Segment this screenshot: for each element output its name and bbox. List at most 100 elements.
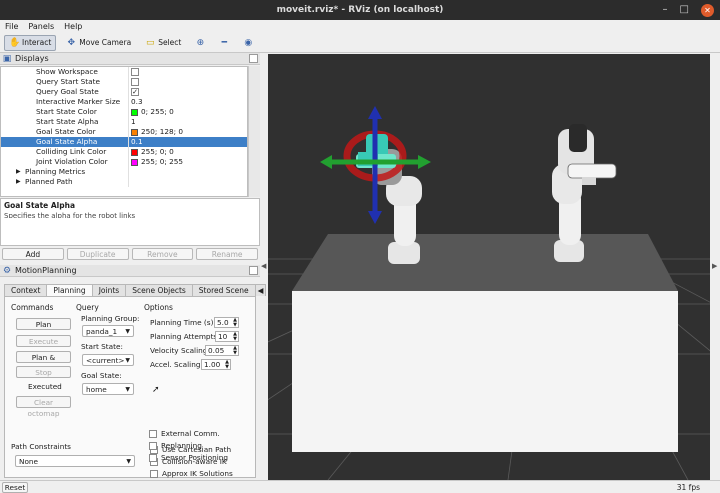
focus-camera-tool[interactable]: ⊕ [191, 35, 209, 51]
left-dock: ▣ Displays Show Workspace Query Start Sta… [0, 53, 267, 493]
add-button[interactable]: Add [2, 248, 64, 260]
plan-execute-button[interactable]: Plan & Execute [16, 351, 71, 373]
property-value: 255; 0; 255 [129, 157, 247, 167]
property-value: 255; 0; 0 [129, 147, 247, 157]
property-value: ✓ [129, 87, 247, 97]
displays-dock-title: ▣ Displays [0, 53, 260, 65]
property-row[interactable]: Joint Violation Color 255; 0; 255 [1, 157, 247, 167]
color-swatch [131, 158, 138, 166]
planning-group-label: Planning Group: [81, 314, 140, 323]
property-value [129, 167, 247, 177]
path-constraints-select[interactable]: None ▼ [15, 455, 135, 467]
interact-tool[interactable]: ✋ Interact [4, 34, 57, 51]
checkbox-label: Approx IK Solutions [162, 469, 233, 478]
select-icon: ▭ [145, 37, 155, 48]
velocity-scaling-label: Velocity Scaling: [150, 346, 210, 355]
menu-panels[interactable]: Panels [28, 20, 54, 33]
interact-label: Interact [22, 38, 52, 47]
tab-joints[interactable]: Joints [91, 284, 127, 296]
property-value: 250; 128; 0 [129, 127, 247, 137]
execute-button[interactable]: Execute [16, 335, 71, 347]
tab-scroll-left-icon[interactable]: ◀ [254, 284, 267, 296]
property-name: Query Start State [1, 77, 129, 87]
checkbox-checked-icon[interactable]: ✓ [131, 88, 139, 96]
menu-file[interactable]: File [5, 20, 18, 33]
goal-state-select[interactable]: home ▼ [82, 383, 134, 395]
approx-ik-checkbox[interactable]: Approx IK Solutions [150, 469, 233, 478]
checkbox-empty-icon[interactable] [131, 68, 139, 76]
planning-group-select[interactable]: panda_1 ▼ [82, 325, 134, 337]
tab-context[interactable]: Context [4, 284, 48, 296]
checkbox-box [150, 469, 158, 478]
monitor-icon: ▣ [2, 53, 12, 64]
displays-scrollbar[interactable] [248, 66, 260, 197]
collapse-left-icon[interactable]: ◀ [261, 262, 266, 270]
tab-scene-objects[interactable]: Scene Objects [125, 284, 193, 296]
clear-octomap-button[interactable]: Clear octomap [16, 396, 71, 418]
reset-button[interactable]: Reset [2, 482, 28, 493]
accel-scaling-spinbox[interactable]: 1.00 ▲ ▼ [201, 359, 231, 370]
dock-float-button[interactable] [249, 54, 258, 63]
property-row[interactable]: Interactive Marker Size 0.3 [1, 97, 247, 107]
checkbox-box [149, 453, 157, 462]
menu-help[interactable]: Help [64, 20, 82, 33]
replanning-checkbox[interactable]: Replanning [149, 441, 202, 450]
3d-viewport[interactable] [268, 54, 710, 480]
external-comm-checkbox[interactable]: External Comm. [149, 429, 220, 438]
stop-button[interactable]: Stop [16, 366, 71, 378]
publish-point-tool[interactable]: ◉ [239, 35, 257, 51]
property-row[interactable]: Goal State Color 250; 128; 0 [1, 127, 247, 137]
property-row[interactable]: Goal State Alpha 0.1 [1, 137, 247, 147]
expand-arrow-icon[interactable]: ▶ [16, 177, 21, 187]
duplicate-button[interactable]: Duplicate [66, 248, 129, 260]
expand-arrow-icon[interactable]: ▶ [16, 167, 21, 177]
displays-tree[interactable]: Show Workspace Query Start State Query Goa… [0, 66, 248, 197]
sensor-positioning-checkbox[interactable]: Sensor Positioning [149, 453, 228, 462]
color-swatch [131, 108, 138, 116]
scene-render [268, 54, 710, 480]
property-name: Start State Alpha [1, 117, 129, 127]
options-header: Options [144, 303, 173, 312]
interact-icon: ✋ [9, 37, 21, 48]
mouse-cursor-icon: ➚ [152, 385, 160, 395]
property-value-text: 255; 0; 255 [141, 157, 184, 166]
property-value-text: 1 [131, 117, 136, 126]
property-row[interactable]: Query Start State [1, 77, 247, 87]
measure-tool[interactable]: ━ [215, 35, 233, 51]
tab-stored-scenes[interactable]: Stored Scene [191, 284, 256, 296]
property-row[interactable]: Start State Alpha 1 [1, 117, 247, 127]
start-state-select[interactable]: <current> ▼ [82, 354, 134, 366]
query-header: Query [76, 303, 99, 312]
property-row[interactable]: Show Workspace [1, 67, 247, 77]
property-name: Colliding Link Color [1, 147, 129, 157]
velocity-scaling-spinbox[interactable]: 0.05 ▲ ▼ [205, 345, 239, 356]
spin-arrows-icon: ▲ ▼ [233, 317, 237, 328]
move-camera-label: Move Camera [79, 38, 132, 47]
close-icon[interactable]: ✕ [701, 3, 714, 17]
remove-button[interactable]: Remove [131, 248, 194, 260]
checkbox-box [149, 441, 157, 450]
chevron-down-icon: ▼ [126, 458, 131, 465]
collapse-right-icon[interactable]: ▶ [712, 262, 717, 270]
rename-button[interactable]: Rename [196, 248, 258, 260]
plan-button[interactable]: Plan [16, 318, 71, 330]
property-row[interactable]: ▶ Planning Metrics [1, 167, 247, 177]
move-camera-tool[interactable]: ✥ Move Camera [62, 35, 135, 51]
property-row[interactable]: Query Goal State ✓ [1, 87, 247, 97]
planning-attempts-spinbox[interactable]: 10 ▲ ▼ [215, 331, 239, 342]
toolbar: ✋ Interact ✥ Move Camera ▭ Select ⊕ ━ ◉ [0, 33, 720, 53]
property-value-text: 250; 128; 0 [141, 127, 184, 136]
dock-float-button-2[interactable] [249, 266, 258, 275]
color-swatch [131, 148, 138, 156]
checkbox-empty-icon[interactable] [131, 78, 139, 86]
displays-buttons: Add Duplicate Remove Rename [0, 248, 260, 262]
select-tool[interactable]: ▭ Select [141, 35, 185, 51]
property-row[interactable]: ▶ Planned Path [1, 177, 247, 187]
window-title: moveit.rviz* - RViz (on localhost) [276, 5, 444, 15]
property-row[interactable]: Start State Color 0; 255; 0 [1, 107, 247, 117]
planning-time-spinbox[interactable]: 5.0 ▲ ▼ [214, 317, 239, 328]
planning-attempts-value: 10 [218, 332, 228, 341]
property-row[interactable]: Colliding Link Color 255; 0; 0 [1, 147, 247, 157]
maximize-icon[interactable]: □ [680, 0, 689, 20]
minimize-icon[interactable]: – [663, 0, 668, 20]
